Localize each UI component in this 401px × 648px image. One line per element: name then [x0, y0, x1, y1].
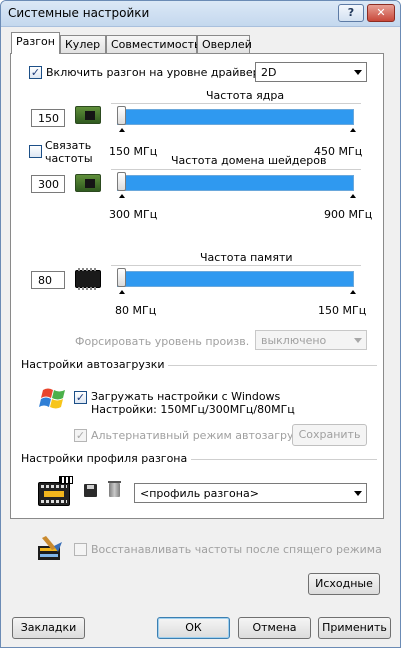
link-clocks-label-2: частоты [45, 152, 93, 165]
autoload-group-title: Настройки автозагрузки [21, 358, 169, 371]
core-clock-title: Частота ядра [206, 89, 285, 102]
link-clocks-checkbox[interactable] [29, 145, 42, 158]
force-perf-select[interactable]: выключено [255, 330, 367, 350]
close-button[interactable]: ✕ [367, 4, 395, 22]
shader-clock-value[interactable]: 300 [31, 175, 65, 193]
help-button[interactable]: ? [338, 4, 364, 22]
tick-mark [350, 128, 356, 132]
save-profile-icon[interactable] [84, 484, 97, 497]
driver-mode-value: 2D [261, 66, 277, 79]
title-bar[interactable]: Системные настройки ? ✕ [1, 1, 400, 27]
driver-oc-checkbox[interactable]: ✓ [29, 66, 42, 79]
memory-clock-title: Частота памяти [200, 251, 293, 264]
force-perf-value: выключено [261, 334, 327, 347]
alt-autoload-label: Альтернативный режим автозагрузки [91, 429, 314, 442]
memory-clock-slider[interactable] [117, 271, 354, 287]
tick-mark [350, 194, 356, 198]
shader-clock-title: Частота домена шейдеров [171, 154, 327, 167]
apply-button[interactable]: Применить [318, 617, 391, 639]
shader-clock-min: 300 МГц [109, 208, 158, 221]
shader-clock-max: 900 МГц [324, 208, 373, 221]
core-clock-min: 150 МГц [109, 145, 158, 158]
overclock-panel: ✓ Включить разгон на уровне драйвера 2D … [10, 53, 384, 519]
restore-after-sleep-checkbox[interactable] [74, 543, 87, 556]
bookmarks-button[interactable]: Закладки [12, 617, 85, 639]
gpu-chip-icon [75, 106, 101, 124]
tick-mark [119, 128, 125, 132]
profile-select[interactable]: <профиль разгона> [134, 483, 367, 503]
tab-overlay[interactable]: Оверлей [197, 35, 252, 53]
alt-autoload-checkbox[interactable]: ✓ [74, 429, 87, 442]
windows-logo-icon [39, 388, 65, 409]
tab-overclock[interactable]: Разгон [11, 32, 60, 54]
link-clocks-label-1: Связать [45, 139, 92, 152]
driver-mode-select[interactable]: 2D [255, 62, 367, 82]
tab-cooler[interactable]: Кулер [60, 35, 106, 53]
chevron-down-icon [354, 491, 362, 496]
tick-mark [350, 290, 356, 294]
tick-mark [119, 194, 125, 198]
delete-profile-icon[interactable] [108, 481, 121, 497]
cancel-button[interactable]: Отмена [238, 617, 311, 639]
slider-top-line [111, 265, 361, 266]
ok-button[interactable]: ОК [157, 617, 230, 639]
autoload-settings-text: Настройки: 150МГц/300МГц/80МГц [91, 403, 295, 416]
driver-oc-label: Включить разгон на уровне драйвера [46, 66, 267, 79]
memory-clock-min: 80 МГц [115, 304, 157, 317]
autoload-checkbox[interactable]: ✓ [74, 391, 87, 404]
tab-compatibility[interactable]: Совместимость [106, 35, 201, 53]
tick-mark [119, 290, 125, 294]
chevron-down-icon [354, 338, 362, 343]
defaults-button[interactable]: Исходные [308, 573, 380, 595]
clear-clocks-icon [38, 536, 62, 560]
chevron-down-icon [354, 70, 362, 75]
profile-group-title: Настройки профиля разгона [21, 452, 192, 465]
memory-clock-value[interactable]: 80 [31, 271, 65, 289]
memory-chip-icon [75, 268, 101, 290]
settings-window: Системные настройки ? ✕ Разгон Кулер Сов… [0, 0, 401, 648]
memory-clock-max: 150 МГц [318, 304, 367, 317]
memory-clock-thumb[interactable] [117, 268, 126, 287]
shader-clock-slider[interactable] [117, 175, 354, 191]
shader-clock-thumb[interactable] [117, 172, 126, 191]
film-clapper-icon [38, 476, 73, 506]
autoload-label: Загружать настройки с Windows [91, 390, 281, 403]
core-clock-value[interactable]: 150 [31, 109, 65, 127]
restore-after-sleep-label: Восстанавливать частоты после спящего ре… [91, 543, 382, 556]
shader-chip-icon [75, 174, 101, 192]
profile-value: <профиль разгона> [140, 487, 259, 500]
slider-top-line [111, 103, 361, 104]
force-perf-label: Форсировать уровень произв. [75, 335, 250, 348]
slider-top-line [111, 169, 361, 170]
core-clock-thumb[interactable] [117, 106, 126, 125]
window-title: Системные настройки [8, 6, 150, 20]
save-autoload-button[interactable]: Сохранить [292, 424, 367, 446]
core-clock-slider[interactable] [117, 109, 354, 125]
